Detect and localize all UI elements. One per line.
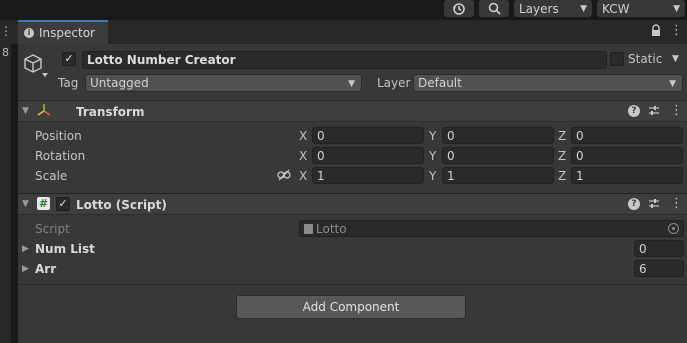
- account-label: KCW: [602, 1, 630, 16]
- add-component-button[interactable]: Add Component: [236, 295, 466, 319]
- history-icon: [453, 2, 465, 15]
- constrain-proportions-icon[interactable]: [277, 169, 291, 181]
- left-panel-strip: 8: [0, 44, 12, 343]
- layer-dropdown[interactable]: Default ▼: [413, 74, 683, 92]
- rotation-y-field[interactable]: 0: [442, 147, 554, 164]
- active-checkbox[interactable]: ✓: [62, 52, 76, 66]
- scale-label: Scale: [35, 169, 68, 183]
- rotation-label: Rotation: [35, 149, 86, 163]
- position-y-axis: Y: [429, 129, 437, 143]
- tag-value: Untagged: [90, 76, 149, 90]
- layer-value: Default: [418, 76, 462, 90]
- rotation-x-field[interactable]: 0: [312, 147, 424, 164]
- help-icon[interactable]: ?: [628, 198, 640, 210]
- script-enabled-checkbox[interactable]: ✓: [56, 197, 70, 211]
- position-y-field[interactable]: 0: [442, 127, 554, 144]
- lock-icon[interactable]: [650, 24, 662, 38]
- chevron-down-icon: ▼: [580, 4, 587, 14]
- arr-size-field[interactable]: 6: [634, 260, 684, 277]
- preset-icon[interactable]: [648, 197, 660, 210]
- transform-icon: [37, 103, 51, 117]
- static-dropdown-icon[interactable]: ▼: [672, 54, 679, 64]
- scale-x-axis: X: [299, 169, 308, 183]
- script-object-field[interactable]: Lotto: [299, 220, 684, 237]
- component-menu-icon[interactable]: ⋮: [670, 196, 683, 211]
- divider: [18, 284, 687, 285]
- position-x-axis: X: [299, 129, 308, 143]
- history-button[interactable]: [444, 0, 474, 17]
- scale-z-field[interactable]: 1: [571, 167, 683, 184]
- num-list-label: Num List: [35, 242, 95, 256]
- position-z-field[interactable]: 0: [571, 127, 683, 144]
- chevron-down-icon: ▼: [348, 79, 355, 89]
- script-file-icon: [304, 223, 313, 234]
- help-icon[interactable]: ?: [628, 105, 640, 117]
- position-x-field[interactable]: 0: [312, 127, 424, 144]
- layer-label: Layer: [377, 76, 411, 90]
- script-component-title: Lotto (Script): [76, 198, 167, 212]
- gameobject-cube-icon[interactable]: [22, 52, 48, 78]
- preset-icon[interactable]: [648, 104, 660, 117]
- rotation-z-axis: Z: [558, 149, 567, 163]
- rotation-x-axis: X: [299, 149, 308, 163]
- gameobject-name-input[interactable]: Lotto Number Creator: [82, 51, 607, 69]
- component-menu-icon[interactable]: ⋮: [670, 103, 683, 118]
- account-dropdown[interactable]: KCW ▼: [597, 0, 685, 17]
- layers-label: Layers: [519, 1, 559, 16]
- static-label: Static: [628, 52, 663, 66]
- script-value: Lotto: [316, 221, 347, 236]
- rotation-y-axis: Y: [429, 149, 437, 163]
- script-foldout-icon[interactable]: ▼: [22, 199, 29, 209]
- transform-title: Transform: [76, 105, 145, 119]
- transform-foldout-icon[interactable]: ▼: [22, 106, 29, 116]
- tab-menu-icon[interactable]: ⋮: [670, 23, 683, 39]
- script-label: Script: [35, 222, 70, 236]
- arr-foldout-icon[interactable]: ▶: [22, 264, 29, 274]
- scale-x-field[interactable]: 1: [312, 167, 424, 184]
- search-icon: [488, 2, 501, 15]
- tab-inspector-label: Inspector: [39, 26, 95, 40]
- chevron-down-icon: ▼: [673, 4, 680, 14]
- csharp-script-icon: #: [37, 197, 50, 210]
- position-label: Position: [35, 129, 82, 143]
- num-list-foldout-icon[interactable]: ▶: [22, 244, 29, 254]
- tag-label: Tag: [58, 76, 79, 90]
- scale-y-field[interactable]: 1: [442, 167, 554, 184]
- layers-dropdown[interactable]: Layers ▼: [514, 0, 592, 17]
- static-checkbox[interactable]: [610, 52, 624, 66]
- tag-dropdown[interactable]: Untagged ▼: [85, 74, 362, 92]
- left-edge-number: 8: [2, 46, 9, 59]
- tab-inspector[interactable]: i Inspector: [18, 20, 108, 44]
- object-picker-icon[interactable]: [668, 223, 679, 234]
- rotation-z-field[interactable]: 0: [571, 147, 683, 164]
- scale-y-axis: Y: [429, 169, 437, 183]
- search-button[interactable]: [479, 0, 509, 17]
- num-list-size-field[interactable]: 0: [634, 240, 684, 257]
- more-options-icon[interactable]: ⋮: [0, 24, 12, 40]
- scale-z-axis: Z: [558, 169, 567, 183]
- chevron-down-icon: ▼: [669, 79, 676, 89]
- position-z-axis: Z: [558, 129, 567, 143]
- arr-label: Arr: [35, 262, 57, 276]
- info-icon: i: [24, 28, 34, 38]
